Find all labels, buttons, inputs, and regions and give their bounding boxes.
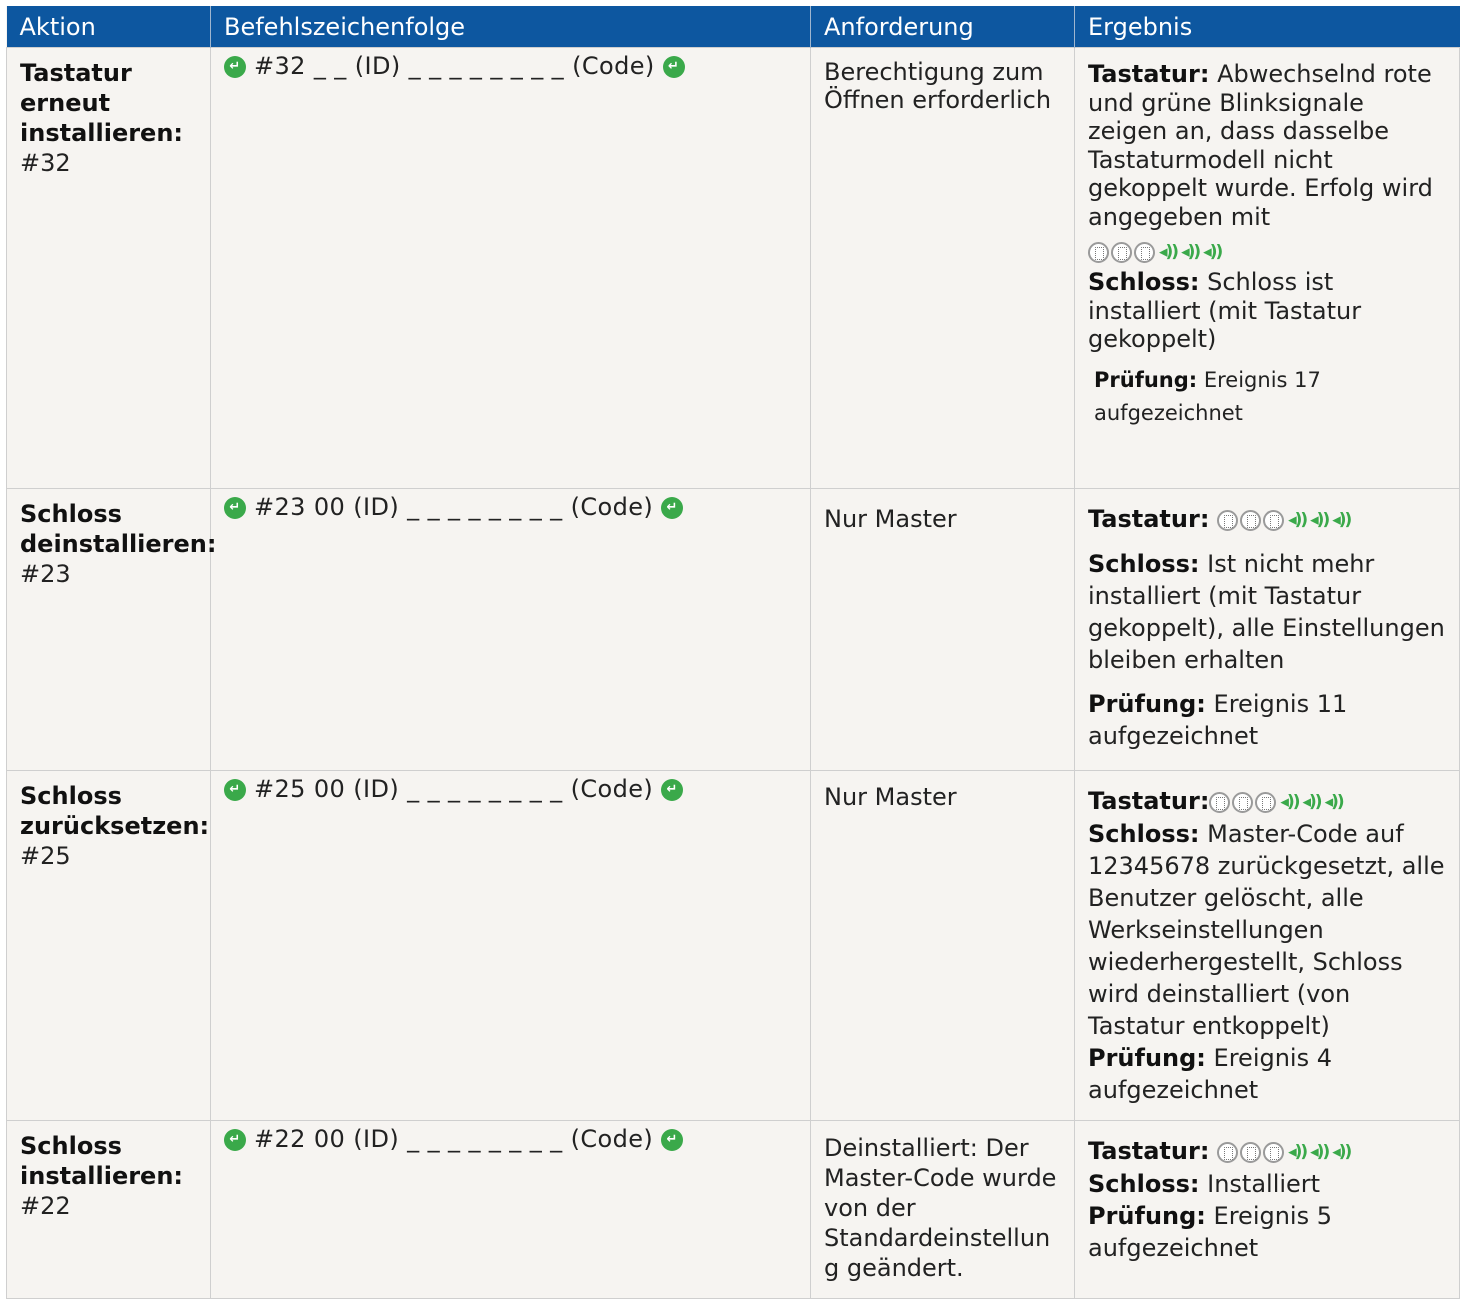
aktion-name: Tastatur erneut installieren: xyxy=(20,59,184,147)
tastatur-label: Tastatur: xyxy=(1088,505,1210,533)
pruefung-label: Prüfung: xyxy=(1088,1044,1206,1072)
speaker-beep-icon: ◂)) xyxy=(1181,241,1201,262)
keypad-led-icon xyxy=(1240,509,1262,531)
command-table: Aktion Befehlszeichenfolge Anforderung E… xyxy=(6,6,1460,1299)
speaker-beep-icon: ◂)) xyxy=(1332,1142,1352,1162)
requirement-text: Berechtigung zum Öffnen erforderlich xyxy=(824,58,1052,114)
speaker-beep-icon: ◂)) xyxy=(1302,792,1323,812)
aktion-name: Schloss installieren: xyxy=(20,1132,184,1190)
header-aktion: Aktion xyxy=(6,6,211,48)
sequence-cell: ↵ #32 _ _ (ID) _ _ _ _ _ _ _ _ (Code) ↵ xyxy=(210,47,811,489)
aktion-name: Schloss zurücksetzen: xyxy=(20,782,210,840)
aktion-code: #25 xyxy=(20,842,71,870)
command-sequence: #32 _ _ (ID) _ _ _ _ _ _ _ _ (Code) xyxy=(254,52,655,80)
speaker-beep-icon: ◂)) xyxy=(1288,1142,1308,1162)
enter-key-icon: ↵ xyxy=(661,1128,684,1151)
table-header-row: Aktion Befehlszeichenfolge Anforderung E… xyxy=(6,6,1460,48)
requirement-cell: Nur Master xyxy=(810,488,1075,771)
schloss-label: Schloss: xyxy=(1088,820,1200,848)
command-sequence: #22 00 (ID) _ _ _ _ _ _ _ _ (Code) xyxy=(254,1125,654,1153)
command-sequence: #25 00 (ID) _ _ _ _ _ _ _ _ (Code) xyxy=(254,775,654,803)
keypad-led-icon xyxy=(1240,1141,1262,1163)
schloss-text: Master-Code auf 12345678 zurückgesetzt, … xyxy=(1088,820,1445,1040)
keypad-led-icon xyxy=(1217,509,1239,531)
aktion-cell: Tastatur erneut installieren: #32 xyxy=(6,47,211,489)
enter-key-icon: ↵ xyxy=(224,496,246,519)
speaker-beep-icon: ◂)) xyxy=(1288,510,1308,530)
speaker-beep-icon: ◂)) xyxy=(1310,510,1330,530)
schloss-label: Schloss: xyxy=(1088,1170,1200,1198)
result-cell: Tastatur: ◂)) ◂)) ◂)) Schloss: Master-Code… xyxy=(1074,770,1460,1121)
speaker-beep-icon: ◂)) xyxy=(1324,792,1345,812)
aktion-cell: Schloss zurücksetzen: #25 xyxy=(6,770,211,1121)
table-row: Schloss installieren: #22 ↵ #22 00 (ID) … xyxy=(6,1120,1460,1299)
sequence-cell: ↵ #22 00 (ID) _ _ _ _ _ _ _ _ (Code) ↵ xyxy=(210,1120,811,1299)
header-befehlszeichenfolge: Befehlszeichenfolge xyxy=(210,6,811,48)
requirement-cell: Berechtigung zum Öffnen erforderlich xyxy=(810,47,1075,489)
signal-sequence: ◂)) ◂)) ◂)) xyxy=(1217,1136,1352,1168)
keypad-led-icon xyxy=(1263,509,1285,531)
sequence-cell: ↵ #23 00 (ID) _ _ _ _ _ _ _ _ (Code) ↵ xyxy=(210,488,811,771)
pruefung-label: Prüfung: xyxy=(1088,1202,1206,1230)
aktion-cell: Schloss deinstallieren: #23 xyxy=(6,488,217,771)
tastatur-label: Tastatur: xyxy=(1088,1137,1210,1165)
enter-key-icon: ↵ xyxy=(661,496,684,519)
result-cell: Tastatur: ◂)) ◂)) ◂)) Schloss: Ist nicht m… xyxy=(1074,488,1460,771)
command-sequence: #23 00 (ID) _ _ _ _ _ _ _ _ (Code) xyxy=(254,493,654,521)
keypad-led-icon xyxy=(1134,241,1155,263)
requirement-text: Nur Master xyxy=(824,505,957,533)
aktion-code: #32 xyxy=(20,149,71,177)
table-row: Tastatur erneut installieren: #32 ↵ #32 … xyxy=(6,47,1460,489)
signal-sequence: ◂)) ◂)) ◂)) xyxy=(1217,504,1352,536)
pruefung-label: Prüfung: xyxy=(1094,367,1198,392)
schloss-label: Schloss: xyxy=(1088,550,1200,578)
result-cell: Tastatur: ◂)) ◂)) ◂)) Schloss: Installiert… xyxy=(1074,1120,1460,1299)
aktion-cell: Schloss installieren: #22 xyxy=(6,1120,211,1299)
keypad-led-icon xyxy=(1217,1141,1239,1163)
enter-key-icon: ↵ xyxy=(661,778,684,801)
keypad-led-icon xyxy=(1232,791,1254,813)
header-anforderung: Anforderung xyxy=(810,6,1075,48)
keypad-led-icon xyxy=(1209,791,1231,813)
requirement-text: Nur Master xyxy=(824,783,957,811)
keypad-led-icon xyxy=(1111,241,1132,263)
result-cell: Tastatur: Abwechselnd rote und grüne Bli… xyxy=(1074,47,1460,489)
keypad-led-icon xyxy=(1255,791,1277,813)
aktion-code: #23 xyxy=(20,560,71,588)
enter-key-icon: ↵ xyxy=(662,55,685,78)
sequence-cell: ↵ #25 00 (ID) _ _ _ _ _ _ _ _ (Code) ↵ xyxy=(210,770,811,1121)
requirement-cell: Deinstalliert: Der Master-Code wurde von… xyxy=(810,1120,1075,1299)
table-row: Schloss deinstallieren: #23 ↵ #23 00 (ID… xyxy=(6,488,1460,771)
signal-sequence: ◂)) ◂)) ◂)) xyxy=(1209,786,1345,818)
header-ergebnis: Ergebnis xyxy=(1074,6,1460,48)
pruefung-label: Prüfung: xyxy=(1088,690,1206,718)
speaker-beep-icon: ◂)) xyxy=(1310,1142,1330,1162)
speaker-beep-icon: ◂)) xyxy=(1159,241,1179,262)
speaker-beep-icon: ◂)) xyxy=(1203,241,1223,262)
speaker-beep-icon: ◂)) xyxy=(1332,510,1352,530)
speaker-beep-icon: ◂)) xyxy=(1280,792,1300,812)
enter-key-icon: ↵ xyxy=(224,778,246,801)
enter-key-icon: ↵ xyxy=(224,1128,246,1151)
signal-sequence: ◂)) ◂)) ◂)) xyxy=(1088,238,1223,267)
requirement-text: Deinstalliert: Der Master-Code wurde von… xyxy=(824,1134,1057,1282)
requirement-cell: Nur Master xyxy=(810,770,1075,1121)
schloss-text: Installiert xyxy=(1207,1170,1321,1198)
enter-key-icon: ↵ xyxy=(224,55,246,78)
aktion-name: Schloss deinstallieren: xyxy=(20,500,217,558)
aktion-code: #22 xyxy=(20,1192,71,1220)
keypad-led-icon xyxy=(1088,241,1109,263)
keypad-led-icon xyxy=(1263,1141,1285,1163)
schloss-label: Schloss: xyxy=(1088,268,1200,297)
tastatur-label: Tastatur: xyxy=(1088,60,1210,88)
table-row: Schloss zurücksetzen: #25 ↵ #25 00 (ID) … xyxy=(6,770,1460,1121)
tastatur-label: Tastatur: xyxy=(1088,787,1210,815)
